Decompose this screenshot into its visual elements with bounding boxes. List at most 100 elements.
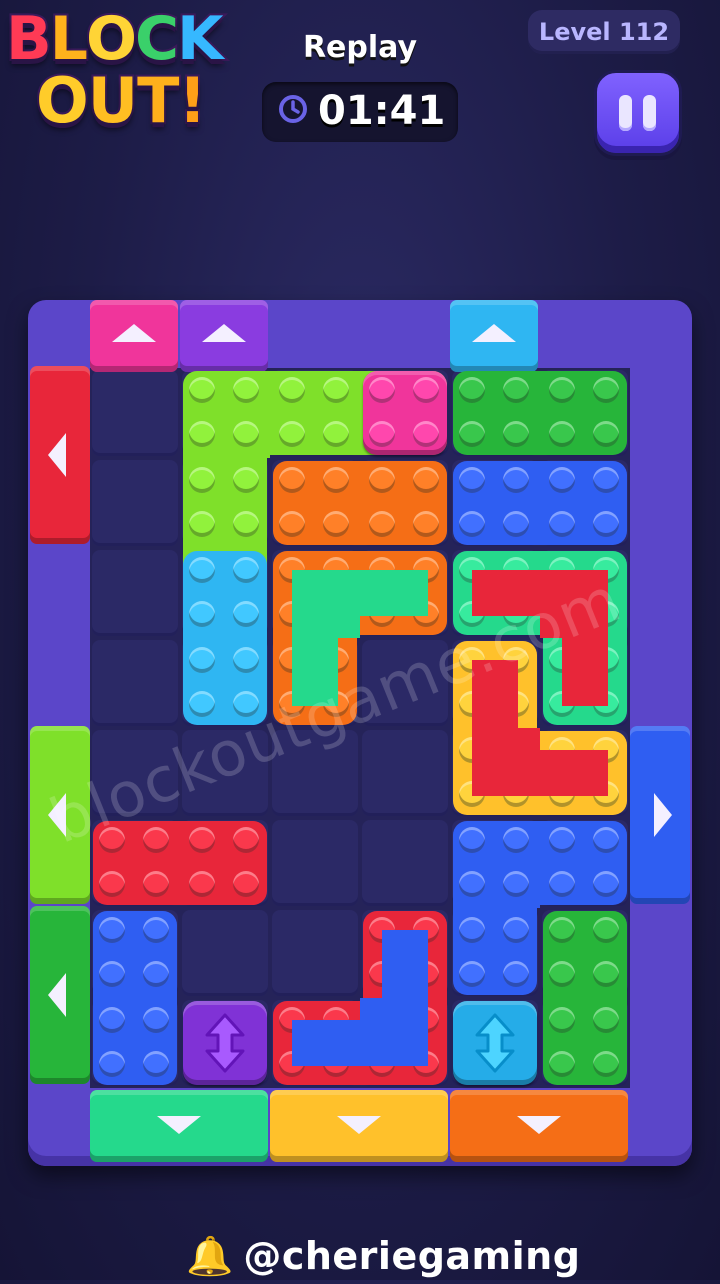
stud bbox=[143, 961, 169, 987]
block-red[interactable] bbox=[273, 1001, 360, 1085]
stud bbox=[233, 511, 259, 537]
block-cyan[interactable] bbox=[453, 1001, 537, 1085]
replay-label: Replay bbox=[302, 30, 418, 65]
stud bbox=[549, 917, 575, 943]
stud bbox=[593, 781, 619, 807]
stud bbox=[99, 1007, 125, 1033]
block-blue[interactable] bbox=[93, 911, 177, 998]
pause-button[interactable] bbox=[594, 70, 682, 156]
triangle-arrow-icon bbox=[517, 1116, 561, 1134]
block-blue[interactable] bbox=[540, 461, 627, 545]
stud bbox=[503, 737, 529, 763]
stud bbox=[593, 421, 619, 447]
stud bbox=[413, 961, 439, 987]
stud bbox=[143, 827, 169, 853]
stud bbox=[233, 557, 259, 583]
block-red[interactable] bbox=[360, 998, 447, 1085]
stud bbox=[189, 377, 215, 403]
block-blue[interactable] bbox=[453, 461, 540, 545]
stud bbox=[323, 601, 349, 627]
stud bbox=[189, 647, 215, 673]
exit-door-bottom-mint bbox=[90, 1090, 268, 1162]
stud bbox=[549, 1051, 575, 1077]
stud bbox=[323, 377, 349, 403]
block-orange[interactable] bbox=[360, 551, 447, 635]
stud bbox=[99, 961, 125, 987]
stud bbox=[323, 1051, 349, 1077]
stud bbox=[413, 511, 439, 537]
block-lime[interactable] bbox=[183, 458, 267, 548]
block-yellow[interactable] bbox=[540, 731, 627, 815]
stud bbox=[593, 1051, 619, 1077]
triangle-arrow-icon bbox=[157, 1116, 201, 1134]
block-orange[interactable] bbox=[273, 461, 360, 545]
stud bbox=[593, 871, 619, 897]
block-orange[interactable] bbox=[273, 551, 360, 638]
stud bbox=[189, 827, 215, 853]
block-blue[interactable] bbox=[453, 908, 537, 995]
stud bbox=[233, 421, 259, 447]
stud bbox=[369, 917, 395, 943]
stud bbox=[503, 421, 529, 447]
block-purple[interactable] bbox=[183, 1001, 267, 1085]
stud bbox=[233, 601, 259, 627]
stud bbox=[279, 511, 305, 537]
stud bbox=[549, 827, 575, 853]
triangle-arrow-icon bbox=[202, 324, 246, 342]
stud bbox=[369, 421, 395, 447]
block-cyan[interactable] bbox=[183, 551, 267, 638]
block-orange[interactable] bbox=[360, 461, 447, 545]
block-pink[interactable] bbox=[363, 371, 447, 455]
stud bbox=[369, 961, 395, 987]
stud bbox=[413, 917, 439, 943]
block-blue[interactable] bbox=[453, 821, 540, 908]
stud bbox=[593, 691, 619, 717]
stud bbox=[189, 557, 215, 583]
block-green[interactable] bbox=[540, 371, 627, 455]
block-green[interactable] bbox=[453, 371, 540, 455]
block-red[interactable] bbox=[180, 821, 267, 905]
exit-door-left-red bbox=[30, 366, 90, 544]
stud bbox=[459, 511, 485, 537]
block-green[interactable] bbox=[543, 998, 627, 1085]
block-yellow[interactable] bbox=[453, 728, 540, 815]
block-red[interactable] bbox=[363, 911, 447, 998]
stud bbox=[143, 1051, 169, 1077]
logo-line-2: OUT! bbox=[34, 64, 209, 138]
block-lime[interactable] bbox=[270, 371, 360, 455]
stud bbox=[549, 961, 575, 987]
stud bbox=[99, 1051, 125, 1077]
exit-door-top-cyan bbox=[450, 300, 538, 372]
stud bbox=[323, 467, 349, 493]
stud bbox=[369, 1051, 395, 1077]
block-green[interactable] bbox=[543, 911, 627, 998]
grid-cell bbox=[362, 730, 448, 816]
block-lime[interactable] bbox=[183, 371, 270, 458]
triangle-arrow-icon bbox=[654, 793, 672, 837]
grid-cell bbox=[272, 910, 358, 996]
stud bbox=[593, 737, 619, 763]
stud bbox=[279, 601, 305, 627]
stud bbox=[459, 781, 485, 807]
grid-cell bbox=[362, 820, 448, 906]
stud bbox=[279, 557, 305, 583]
grid-cell bbox=[92, 550, 178, 636]
stud bbox=[413, 557, 439, 583]
block-blue[interactable] bbox=[540, 821, 627, 905]
stud bbox=[593, 467, 619, 493]
stud bbox=[233, 467, 259, 493]
stud bbox=[459, 467, 485, 493]
stud bbox=[593, 647, 619, 673]
credit-handle: @cheriegaming bbox=[243, 1234, 581, 1278]
triangle-arrow-icon bbox=[337, 1116, 381, 1134]
stud bbox=[593, 511, 619, 537]
block-blue[interactable] bbox=[93, 998, 177, 1085]
stud bbox=[143, 1007, 169, 1033]
stud bbox=[549, 511, 575, 537]
stud bbox=[503, 691, 529, 717]
stud bbox=[503, 781, 529, 807]
triangle-arrow-icon bbox=[472, 324, 516, 342]
stud bbox=[323, 557, 349, 583]
stud bbox=[549, 467, 575, 493]
stud bbox=[99, 871, 125, 897]
